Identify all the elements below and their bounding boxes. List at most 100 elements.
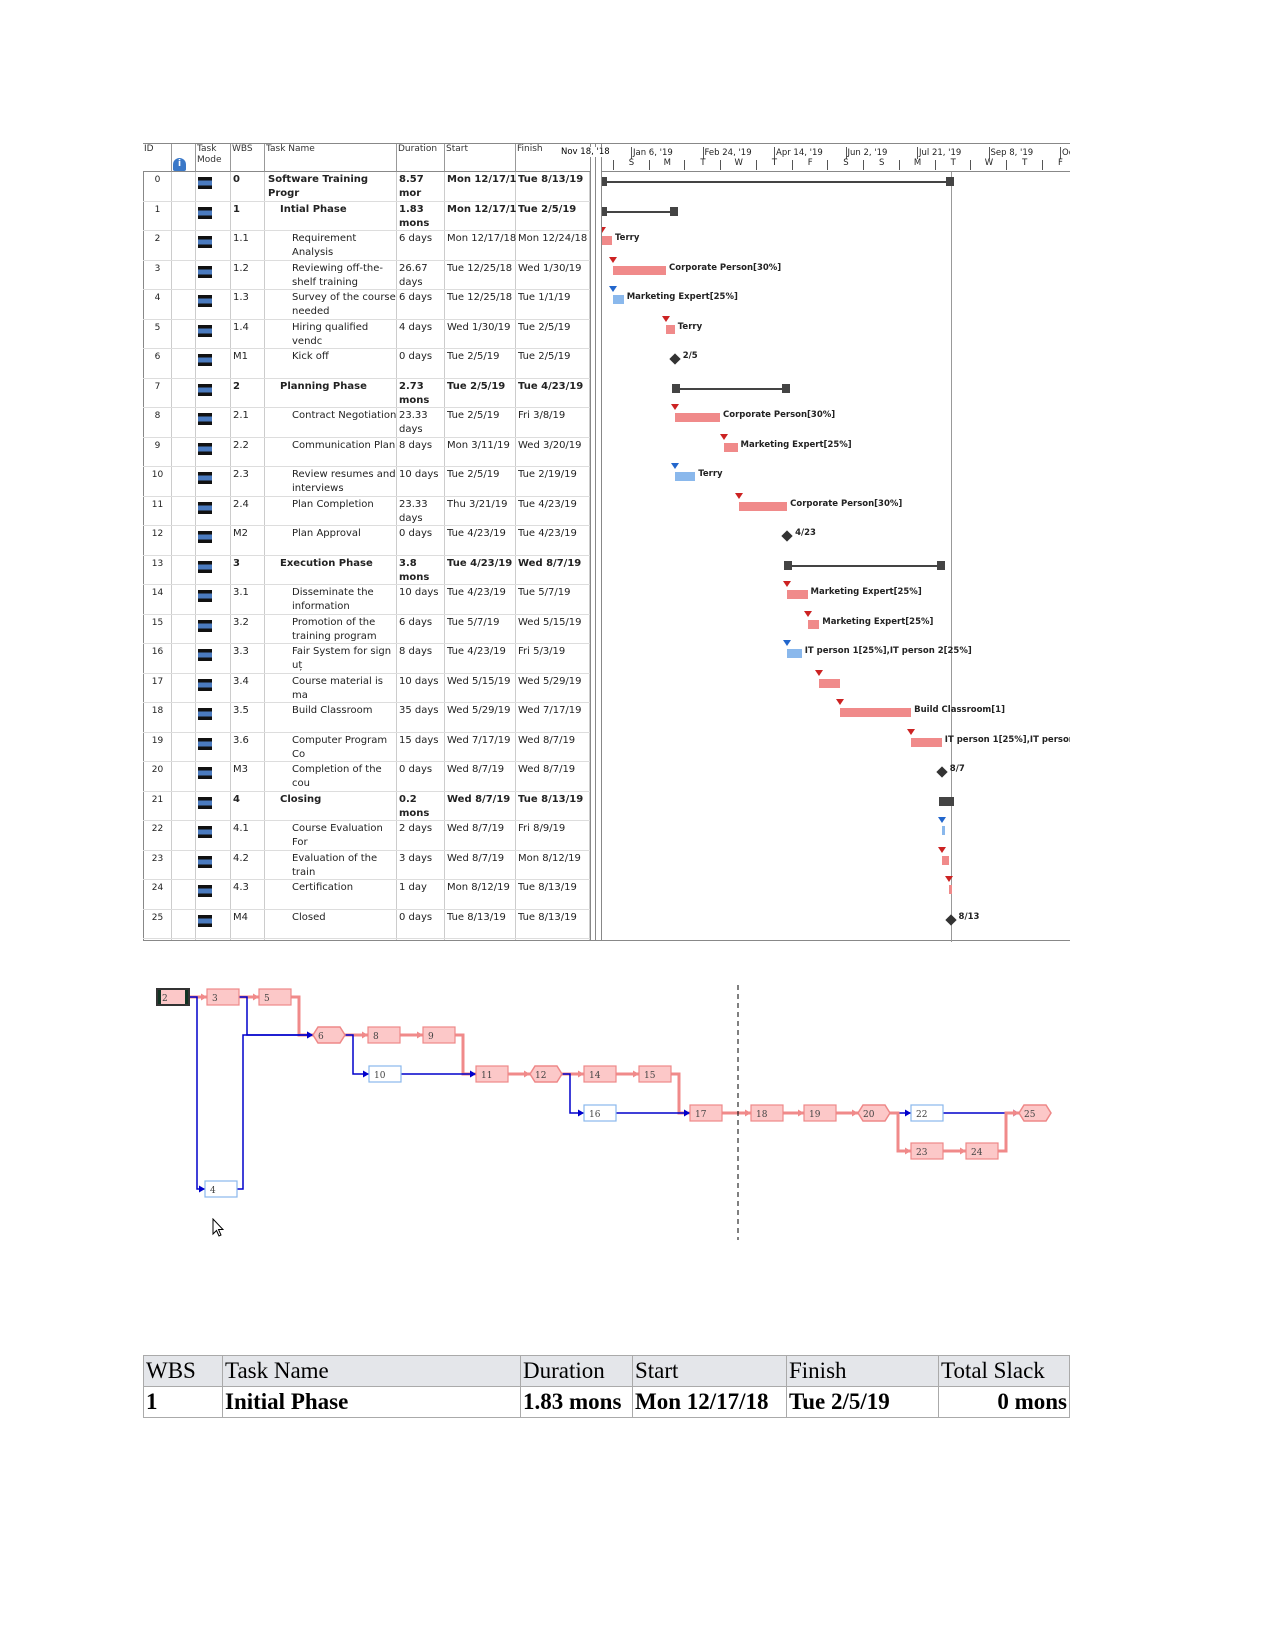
task-finish[interactable]: Wed 7/17/19 — [518, 704, 590, 718]
task-start[interactable]: Mon 3/11/19 — [447, 439, 516, 453]
summary-bar[interactable] — [674, 387, 788, 390]
task-start[interactable]: Wed 5/15/19 — [447, 675, 516, 689]
task-finish[interactable]: Tue 1/1/19 — [518, 291, 590, 305]
task-start[interactable]: Tue 4/23/19 — [447, 527, 516, 541]
task-start[interactable]: Thu 3/21/19 — [447, 498, 516, 512]
task-name[interactable]: Intial Phase — [280, 203, 397, 231]
task-bar[interactable] — [839, 708, 912, 717]
task-bar[interactable] — [819, 678, 840, 688]
task-finish[interactable]: Tue 8/13/19 — [518, 173, 590, 187]
task-finish[interactable]: Wed 5/15/19 — [518, 616, 590, 630]
task-duration[interactable]: 2 days — [399, 822, 445, 850]
task-duration[interactable]: 6 days — [399, 232, 445, 260]
task-finish[interactable]: Wed 8/7/19 — [518, 557, 590, 571]
task-start[interactable]: Wed 7/17/19 — [447, 734, 516, 748]
task-start[interactable]: Tue 4/23/19 — [447, 557, 516, 571]
task-finish[interactable]: Tue 4/23/19 — [518, 380, 590, 394]
task-duration[interactable]: 1.83 mons — [399, 203, 445, 231]
task-bar[interactable] — [674, 413, 720, 422]
task-start[interactable]: Tue 2/5/19 — [447, 409, 516, 423]
task-name[interactable]: Certification — [292, 881, 397, 909]
task-finish[interactable]: Tue 2/5/19 — [518, 321, 590, 335]
task-finish[interactable]: Wed 3/20/19 — [518, 439, 590, 453]
milestone-diamond[interactable] — [781, 530, 793, 542]
task-finish[interactable]: Wed 5/29/19 — [518, 675, 590, 689]
task-start[interactable]: Mon 12/17/18 — [447, 232, 516, 246]
task-duration[interactable]: 23.33 days — [399, 498, 445, 526]
header-indicators[interactable]: i — [172, 144, 196, 172]
task-start[interactable]: Wed 8/7/19 — [447, 822, 516, 836]
task-name[interactable]: Plan Completion — [292, 498, 397, 526]
task-duration[interactable]: 8 days — [399, 645, 445, 673]
task-bar[interactable] — [949, 885, 953, 894]
task-finish[interactable]: Fri 8/9/19 — [518, 822, 590, 836]
task-row[interactable]: 9 2.2 Communication Plan 8 days Mon 3/11… — [143, 438, 590, 467]
task-finish[interactable]: Tue 8/13/19 — [518, 793, 590, 807]
task-duration[interactable]: 35 days — [399, 704, 445, 732]
task-finish[interactable]: Tue 4/23/19 — [518, 527, 590, 541]
task-row[interactable]: 21 4 Closing 0.2 mons Wed 8/7/19 Tue 8/1… — [143, 792, 590, 821]
task-finish[interactable]: Tue 8/13/19 — [518, 881, 590, 895]
task-bar[interactable] — [738, 501, 788, 511]
header-start[interactable]: Start — [445, 144, 516, 172]
task-name[interactable]: Build Classroom — [292, 704, 397, 732]
task-duration[interactable]: 4 days — [399, 321, 445, 349]
task-name[interactable]: Course material is ma — [292, 675, 397, 703]
task-name[interactable]: Kick off — [292, 350, 397, 378]
task-row[interactable]: 15 3.2 Promotion of the training program… — [143, 615, 590, 644]
task-start[interactable]: Tue 12/25/18 — [447, 262, 516, 276]
task-row[interactable]: 3 1.2 Reviewing off-the-shelf training 2… — [143, 261, 590, 290]
task-finish[interactable]: Tue 2/5/19 — [518, 203, 590, 217]
task-row[interactable]: 20 M3 Completion of the cou 0 days Wed 8… — [143, 762, 590, 792]
task-duration[interactable]: 1 day — [399, 881, 445, 909]
header-duration[interactable]: Duration — [397, 144, 445, 172]
task-finish[interactable]: Tue 8/13/19 — [518, 911, 590, 925]
task-duration[interactable]: 10 days — [399, 468, 445, 496]
task-row[interactable]: 5 1.4 Hiring qualified vendc 4 days Wed … — [143, 320, 590, 349]
task-name[interactable]: Closing — [280, 793, 397, 821]
summary-bar[interactable] — [787, 564, 942, 567]
task-name[interactable]: Fair System for sign uț — [292, 645, 397, 673]
task-duration[interactable]: 0 days — [399, 527, 445, 555]
task-start[interactable]: Mon 12/17/18 — [447, 203, 516, 217]
header-wbs[interactable]: WBS — [231, 144, 265, 172]
header-task-name[interactable]: Task Name — [265, 144, 397, 172]
task-row[interactable]: 1 1 Intial Phase 1.83 mons Mon 12/17/18 … — [143, 202, 590, 231]
task-start[interactable]: Mon 8/12/19 — [447, 881, 516, 895]
task-bar[interactable] — [613, 295, 624, 304]
task-bar[interactable] — [674, 472, 696, 481]
task-finish[interactable]: Tue 2/5/19 — [518, 350, 590, 364]
task-start[interactable]: Wed 8/7/19 — [447, 793, 516, 807]
task-row[interactable]: 2 1.1 Requirement Analysis 6 days Mon 12… — [143, 231, 590, 261]
task-bar[interactable] — [666, 324, 675, 334]
task-row[interactable]: 23 4.2 Evaluation of the train 3 days We… — [143, 851, 590, 880]
summary-bar[interactable] — [602, 181, 951, 183]
task-bar[interactable] — [787, 649, 802, 658]
task-row[interactable]: 17 3.4 Course material is ma 10 days Wed… — [143, 674, 590, 703]
task-duration[interactable]: 3.8 mons — [399, 557, 445, 585]
task-name[interactable]: Course Evaluation For — [292, 822, 397, 850]
task-start[interactable]: Tue 2/5/19 — [447, 468, 516, 482]
task-row[interactable]: 10 2.3 Review resumes and interviews 10 … — [143, 467, 590, 497]
task-bar[interactable] — [787, 590, 808, 599]
task-duration[interactable]: 0 days — [399, 763, 445, 791]
task-row[interactable]: 11 2.4 Plan Completion 23.33 days Thu 3/… — [143, 497, 590, 526]
task-name[interactable]: Software Training Progr — [268, 173, 397, 201]
task-finish[interactable]: Wed 1/30/19 — [518, 262, 590, 276]
task-name[interactable]: Closed — [292, 911, 397, 939]
task-finish[interactable]: Tue 4/23/19 — [518, 498, 590, 512]
task-start[interactable]: Tue 2/5/19 — [447, 380, 516, 394]
task-start[interactable]: Tue 4/23/19 — [447, 586, 516, 600]
splitter[interactable] — [590, 144, 602, 940]
task-start[interactable]: Tue 4/23/19 — [447, 645, 516, 659]
task-row[interactable]: 24 4.3 Certification 1 day Mon 8/12/19 T… — [143, 880, 590, 910]
task-name[interactable]: Requirement Analysis — [292, 232, 397, 260]
task-bar[interactable] — [807, 619, 820, 629]
header-task-mode[interactable]: Task Mode — [196, 144, 231, 172]
task-row[interactable]: 16 3.3 Fair System for sign uț 8 days Tu… — [143, 644, 590, 674]
task-duration[interactable]: 23.33 days — [399, 409, 445, 437]
task-row[interactable]: 8 2.1 Contract Negotiation 23.33 days Tu… — [143, 408, 590, 438]
task-row[interactable]: 6 M1 Kick off 0 days Tue 2/5/19 Tue 2/5/… — [143, 349, 590, 379]
milestone-diamond[interactable] — [944, 913, 957, 926]
task-name[interactable]: Promotion of the training program — [292, 616, 397, 644]
